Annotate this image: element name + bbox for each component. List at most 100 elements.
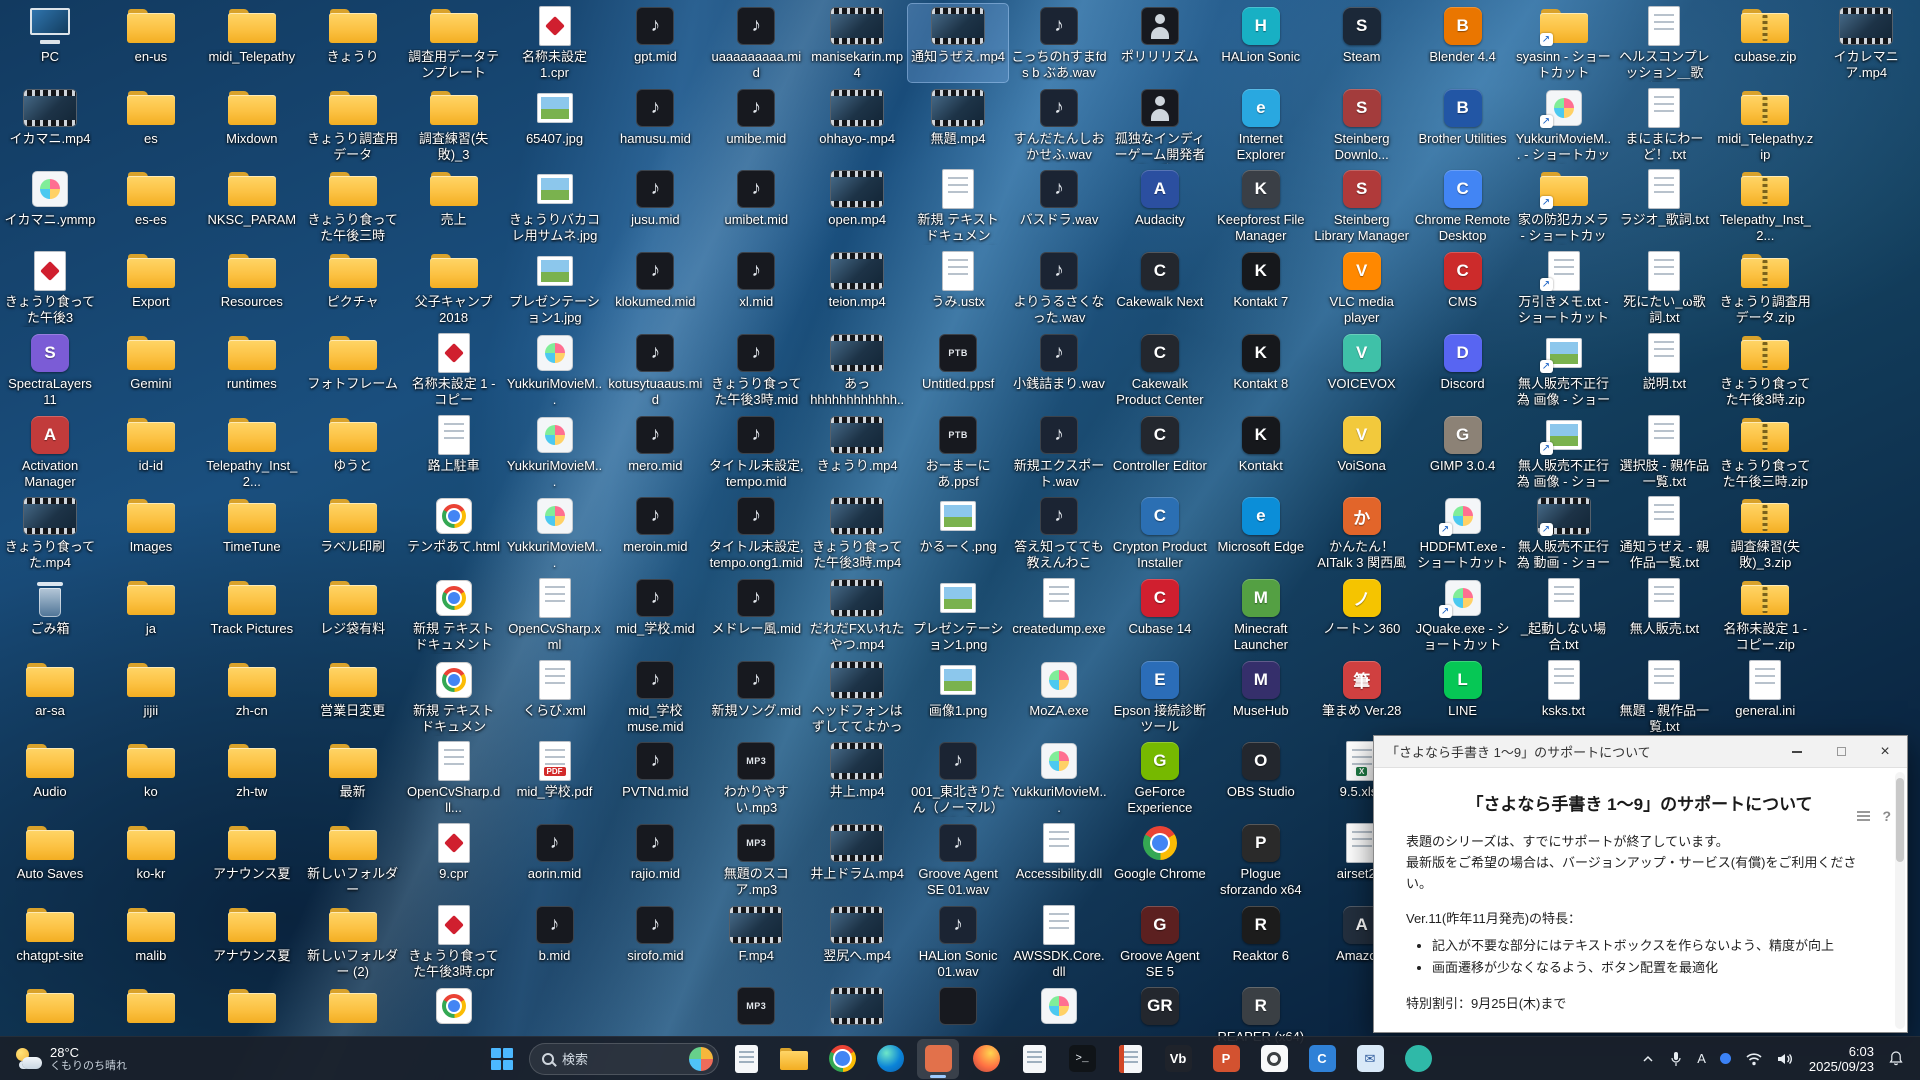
desktop-icon[interactable]: 父子キャンプ2018 [404,249,504,327]
desktop-icon[interactable]: ピクチャ [303,249,403,327]
desktop-icon[interactable]: CCakewalk Next [1110,249,1210,327]
desktop-icon[interactable]: Mixdown [202,86,302,164]
desktop-icon[interactable]: ↗無人販売不正行為 画像 - ショートカット [1514,331,1614,409]
desktop-icon[interactable]: CCakewalk Product Center [1110,331,1210,409]
desktop-icon[interactable]: きょうり調査用データ.zip [1715,249,1815,327]
desktop-icon[interactable]: ↗HDDFMT.exe - ショートカット [1413,494,1513,572]
desktop-icon[interactable]: 井上.mp4 [807,739,907,817]
desktop-icon[interactable]: きょうり調査用データ [303,86,403,164]
desktop-icon[interactable]: OpenCvSharp.xml [505,576,605,654]
desktop-icon[interactable]: manisekarin.mp4 [807,4,907,82]
dialog-titlebar[interactable]: 「さよなら手書き 1〜9」のサポートについて × [1374,736,1907,768]
desktop-icon[interactable]: KKontakt [1211,413,1311,491]
desktop-icon[interactable]: アナウンス夏 [202,903,302,981]
desktop-icon[interactable]: ♪uaaaaaaaaa.mid [706,4,806,82]
desktop-icon[interactable]: ♪jusu.mid [605,167,705,245]
taskbar-mail-app-icon[interactable]: ✉ [1349,1039,1391,1079]
start-button[interactable] [481,1039,523,1079]
desktop-icon[interactable]: ♪meroin.mid [605,494,705,572]
desktop-icon[interactable]: ♪kotusytuaaus.mid [605,331,705,409]
desktop-icon[interactable]: プレゼンテーション1.jpg [505,249,605,327]
desktop-icon[interactable]: ↗無人販売不正行為 画像 - ショートカット [1514,413,1614,491]
desktop-icon[interactable]: ♪小銭詰まり.wav [1009,331,1109,409]
desktop-icon[interactable]: CController Editor [1110,413,1210,491]
desktop-icon[interactable]: ヘッドフォンはずしててよかった.mp4 [807,658,907,736]
desktop-icon[interactable]: PC [0,4,100,82]
desktop-icon[interactable]: ♪Groove Agent SE 01.wav [908,821,1008,899]
desktop-icon[interactable]: きょうり.mp4 [807,413,907,491]
desktop-icon[interactable]: あっhhhhhhhhhhhh... [807,331,907,409]
desktop-icon[interactable]: きょうり食ってた午後3時-01.cpr [0,249,100,327]
desktop-icon[interactable]: 名称未設定 1 - コピー.zip [1715,576,1815,654]
desktop-icon[interactable]: ♪新規エクスポート.wav [1009,413,1109,491]
desktop-icon[interactable]: ♪mid_学校.mid [605,576,705,654]
desktop-icon[interactable]: 通知うぜえ - 親作品一覧.txt [1614,494,1714,572]
desktop-icon[interactable]: AActivation Manager [0,413,100,491]
desktop-icon[interactable]: ゆうと [303,413,403,491]
desktop-icon[interactable]: 孤独なインディーゲーム開発者の一生... [1110,86,1210,164]
desktop-icon[interactable]: 無人販売.txt [1614,576,1714,654]
desktop-icon[interactable]: 新しいフォルダー [303,821,403,899]
desktop-icon[interactable]: MP3無題のスコア.mp3 [706,821,806,899]
desktop-icon[interactable]: ノノートン 360 [1312,576,1412,654]
weather-widget[interactable]: 28°C くもりのち晴れ [2,1037,139,1080]
desktop-icon[interactable]: PDFmid_学校.pdf [505,739,605,817]
desktop-icon[interactable]: きょうり食ってた午後3時.cpr [404,903,504,981]
desktop-icon[interactable]: きょうりバカコレ用サムネ.jpg [505,167,605,245]
desktop-icon[interactable]: ♪klokumed.mid [605,249,705,327]
desktop-icon[interactable]: 最新 [303,739,403,817]
status-dot-icon[interactable] [1713,1041,1738,1077]
desktop-icon[interactable]: 通知うぜえ.mp4 [908,4,1008,82]
desktop-icon[interactable]: ar-sa [0,658,100,736]
desktop-icon[interactable]: AWSSDK.Core.dll [1009,903,1109,981]
desktop-icon[interactable]: 新しいフォルダー (2) [303,903,403,981]
desktop-icon[interactable]: Google Chrome [1110,821,1210,899]
desktop-icon[interactable]: くらび.xml [505,658,605,736]
desktop-icon[interactable]: GGeForce Experience [1110,739,1210,817]
desktop-icon[interactable]: 名称未設定 1 - コピー [404,331,504,409]
search-input[interactable]: 検索 [529,1043,719,1075]
desktop-icon[interactable]: Images [101,494,201,572]
desktop-icon[interactable]: SSteinberg Library Manager [1312,167,1412,245]
desktop-icon[interactable]: 売上 [404,167,504,245]
desktop-icon[interactable]: ♪xl.mid [706,249,806,327]
desktop-icon[interactable]: Export [101,249,201,327]
desktop-icon[interactable]: アナウンス夏 [202,821,302,899]
desktop-icon[interactable]: OpenCvSharp.dll... [404,739,504,817]
desktop-icon[interactable]: ♪PVTNd.mid [605,739,705,817]
desktop-icon[interactable]: 調査練習(失敗)_3 [404,86,504,164]
desktop-icon[interactable]: きょうり食ってた.mp4 [0,494,100,572]
desktop-icon[interactable]: CCMS [1413,249,1513,327]
hidden-icons-chevron[interactable] [1634,1041,1662,1077]
menu-pencil-icon[interactable] [1857,811,1870,821]
desktop-icon[interactable]: 画像1.png [908,658,1008,736]
desktop-icon[interactable]: うみ.ustx [908,249,1008,327]
desktop-icon[interactable]: まにまにわーど！.txt [1614,86,1714,164]
desktop[interactable]: PCen-usmidi_Telepathyきょうり調査用データテンプレート名称未… [0,0,1920,1080]
desktop-icon[interactable]: ♪こっちのhすまfd s b ぶあ.wav [1009,4,1109,82]
desktop-icon[interactable]: ♪新規ソング.mid [706,658,806,736]
desktop-icon[interactable]: 筆筆まめ Ver.28 [1312,658,1412,736]
desktop-icon[interactable]: ↗JQuake.exe - ショートカット [1413,576,1513,654]
desktop-icon[interactable]: ごみ箱 [0,576,100,654]
desktop-icon[interactable]: es [101,86,201,164]
taskbar-chatgpt-icon[interactable] [1253,1039,1295,1079]
desktop-icon[interactable]: ↗万引きメモ.txt - ショートカット [1514,249,1614,327]
desktop-icon[interactable]: EEpson 接続診断ツール [1110,658,1210,736]
desktop-icon[interactable]: プレゼンテーション1.png [908,576,1008,654]
desktop-icon[interactable]: テンポあて.html [404,494,504,572]
desktop-icon[interactable]: 新規 テキスト ドキュメント (2).html [404,576,504,654]
desktop-icon[interactable]: きょうり [303,4,403,82]
desktop-icon[interactable]: ♪よりうるさくなった.wav [1009,249,1109,327]
desktop-icon[interactable]: だれだFXいれたやつ.mp4 [807,576,907,654]
desktop-icon[interactable]: ♪バスドラ.wav [1009,167,1109,245]
desktop-icon[interactable]: teion.mp4 [807,249,907,327]
desktop-icon[interactable]: _起動しない場合.txt [1514,576,1614,654]
desktop-icon[interactable]: ♪hamusu.mid [605,86,705,164]
desktop-icon[interactable]: 死にたい_ω歌詞.txt [1614,249,1714,327]
taskbar-chrome-icon[interactable] [821,1039,863,1079]
desktop-icon[interactable]: ↗無人販売不正行為 動画 - ショートカット [1514,494,1614,572]
taskbar-edge-icon[interactable] [869,1039,911,1079]
desktop-icon[interactable]: きょうり食ってた午後3時.zip [1715,331,1815,409]
desktop-icon[interactable]: NKSC_PARAM [202,167,302,245]
